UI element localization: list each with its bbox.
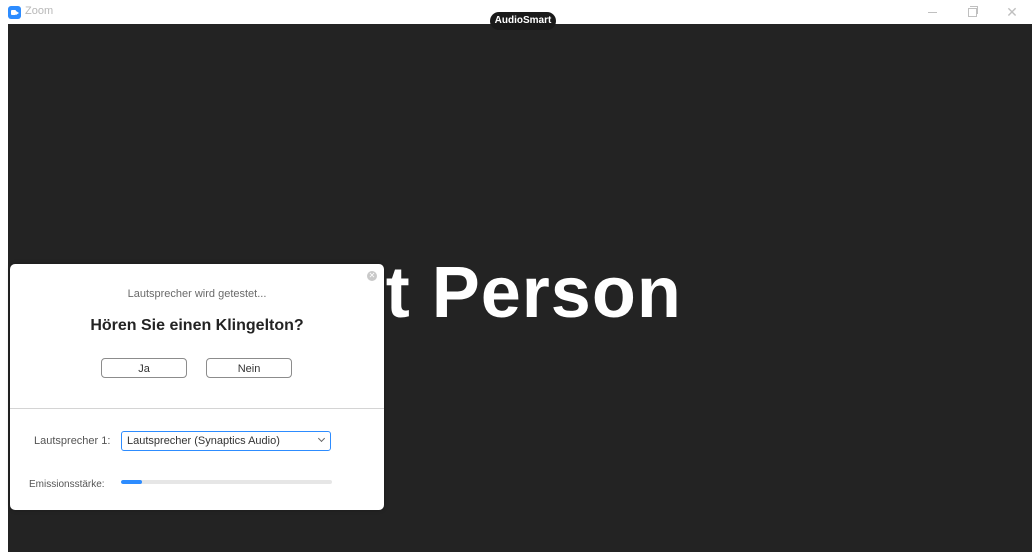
speaker-select-value: Lautsprecher (Synaptics Audio) [127, 435, 280, 447]
window-controls: ✕ [912, 0, 1032, 24]
dialog-divider [10, 408, 384, 409]
output-level-fill [121, 480, 143, 484]
test-status-text: Lautsprecher wird getestet... [127, 288, 267, 300]
ringtone-question: Hören Sie einen Klingelton? [90, 317, 304, 334]
yes-button[interactable]: Ja [101, 358, 187, 378]
app-title: Zoom [25, 5, 54, 17]
speaker-label: Lautsprecher 1: [34, 435, 111, 447]
chevron-down-icon [317, 434, 326, 443]
no-button[interactable]: Nein [206, 358, 292, 378]
speaker-test-dialog: ✕ Lautsprecher wird getestet... Hören Si… [10, 264, 384, 510]
zoom-window: Zoom ✕ AudioSmart Test Person ✕ Lautspre… [0, 0, 1032, 552]
restore-button[interactable] [952, 0, 992, 24]
close-icon: ✕ [1006, 4, 1018, 20]
audiosmart-badge[interactable]: AudioSmart [490, 12, 556, 30]
restore-icon [967, 5, 978, 17]
minimize-icon [927, 11, 937, 13]
close-button[interactable]: ✕ [992, 0, 1032, 24]
dialog-close-icon[interactable]: ✕ [367, 271, 377, 281]
zoom-app-icon [8, 6, 21, 19]
speaker-select[interactable]: Lautsprecher (Synaptics Audio) [121, 431, 331, 451]
minimize-button[interactable] [912, 0, 952, 24]
output-level-label: Emissionsstärke: [29, 479, 105, 490]
output-level-meter [121, 480, 332, 484]
